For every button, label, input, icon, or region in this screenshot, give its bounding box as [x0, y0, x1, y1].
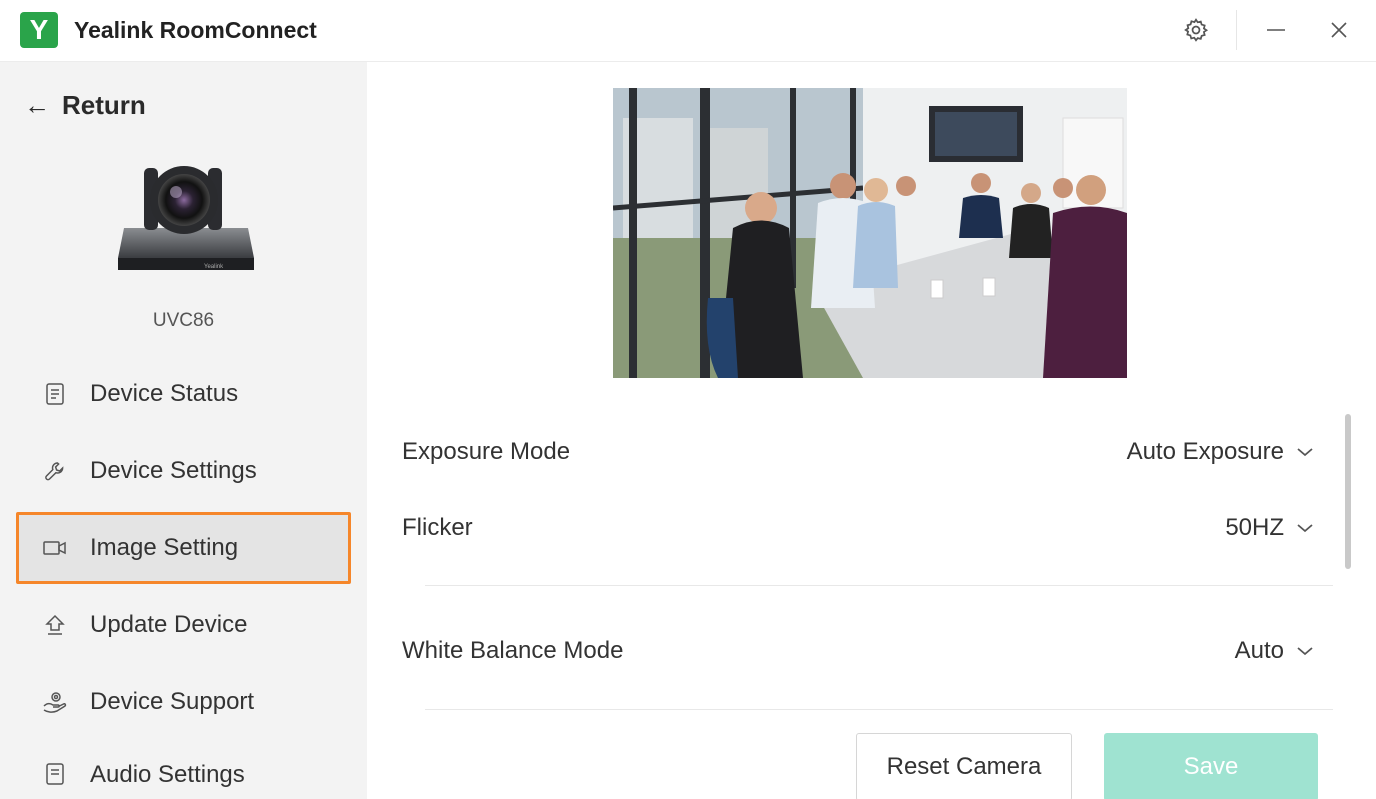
nav-label: Audio Settings — [90, 761, 245, 788]
document-icon — [42, 381, 68, 407]
flicker-value: 50HZ — [1225, 514, 1284, 541]
close-icon[interactable] — [1323, 14, 1355, 46]
save-button[interactable]: Save — [1104, 733, 1318, 799]
upload-icon — [42, 612, 68, 638]
minimize-icon[interactable] — [1260, 14, 1292, 46]
white-balance-row: White Balance Mode Auto — [402, 631, 1314, 671]
nav-label: Image Setting — [90, 534, 239, 561]
nav-device-settings[interactable]: Device Settings — [16, 435, 351, 507]
svg-text:Yealink: Yealink — [204, 264, 224, 270]
nav-label: Device Support — [90, 688, 255, 715]
return-label: Return — [62, 90, 146, 120]
video-camera-icon — [42, 535, 68, 561]
main-panel: Exposure Mode Auto Exposure Flicker 50HZ… — [367, 62, 1376, 799]
section-divider — [425, 709, 1333, 710]
device-camera-image: Yealink — [114, 158, 258, 278]
white-balance-value: Auto — [1234, 637, 1284, 664]
nav-label: Update Device — [90, 611, 248, 638]
exposure-mode-value: Auto Exposure — [1126, 438, 1284, 465]
flicker-row: Flicker 50HZ — [402, 508, 1314, 548]
exposure-mode-label: Exposure Mode — [402, 438, 571, 465]
flicker-label: Flicker — [402, 514, 473, 541]
nav-label: Device Status — [90, 380, 239, 407]
nav-image-setting[interactable]: Image Setting — [16, 512, 351, 584]
app-logo: Y — [20, 12, 58, 48]
chevron-down-icon — [1296, 642, 1314, 660]
return-button[interactable]: ← Return — [24, 90, 146, 121]
gear-icon[interactable] — [1180, 14, 1212, 46]
exposure-mode-row: Exposure Mode Auto Exposure — [402, 432, 1314, 472]
titlebar-separator — [1236, 10, 1237, 50]
section-divider — [425, 585, 1333, 586]
wrench-icon — [42, 458, 68, 484]
exposure-mode-select[interactable]: Auto Exposure — [1127, 438, 1314, 466]
camera-preview — [613, 88, 1127, 378]
nav-label: Device Settings — [90, 457, 257, 484]
nav-audio-settings[interactable]: Audio Settings — [16, 743, 351, 799]
white-balance-label: White Balance Mode — [402, 637, 624, 664]
app-title: Yealink RoomConnect — [74, 17, 317, 43]
white-balance-select[interactable]: Auto — [1235, 637, 1314, 665]
document-icon — [42, 761, 68, 787]
chevron-down-icon — [1296, 443, 1314, 461]
device-model: UVC86 — [152, 310, 215, 331]
flicker-select[interactable]: 50HZ — [1225, 514, 1314, 542]
chevron-down-icon — [1296, 519, 1314, 537]
nav-update-device[interactable]: Update Device — [16, 589, 351, 661]
support-hand-icon — [42, 689, 68, 715]
scrollbar[interactable] — [1345, 414, 1351, 569]
nav-device-status[interactable]: Device Status — [16, 358, 351, 430]
reset-camera-button[interactable]: Reset Camera — [856, 733, 1072, 799]
nav-device-support[interactable]: Device Support — [16, 666, 351, 738]
title-bar: Y Yealink RoomConnect — [0, 0, 1376, 62]
arrow-left-icon: ← — [24, 90, 50, 120]
sidebar: ← Return Yealink UVC86 Device Status Dev… — [0, 62, 367, 799]
